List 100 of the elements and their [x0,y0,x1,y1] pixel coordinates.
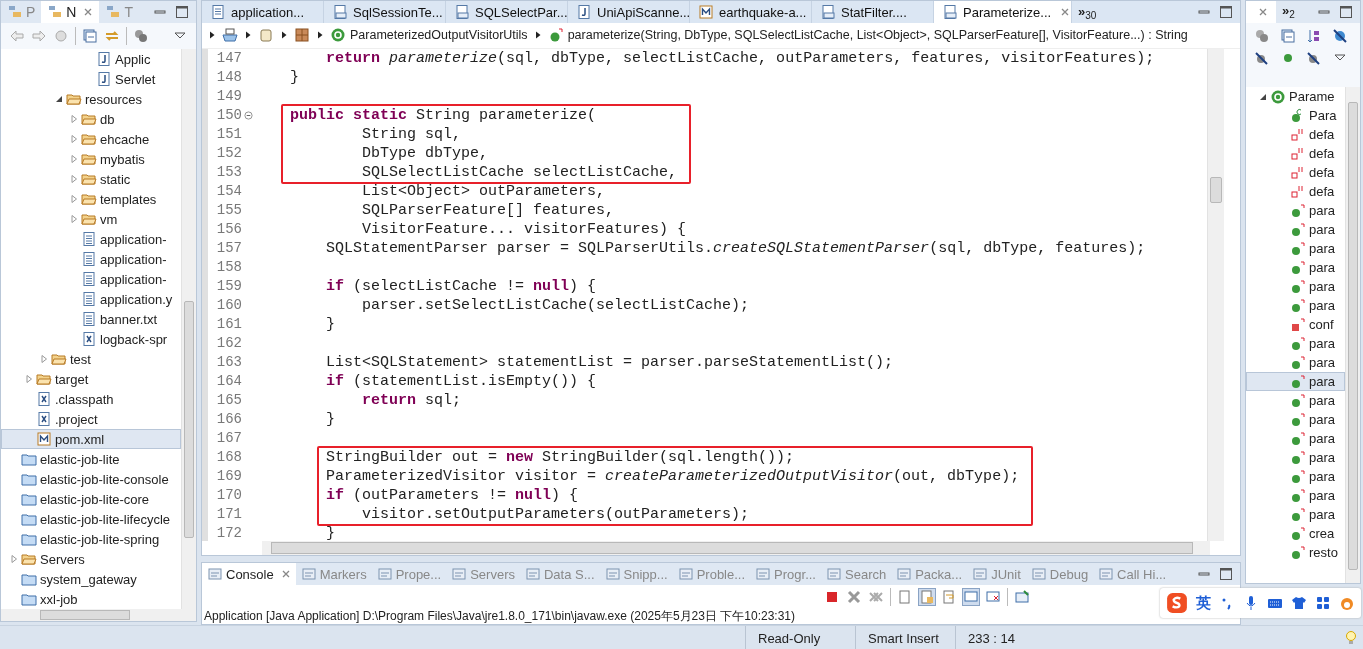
expand-icon[interactable] [69,135,78,143]
tree-item[interactable]: Servers [1,549,181,569]
close-icon[interactable] [1258,7,1268,17]
tree-item[interactable]: target [1,369,181,389]
tree-item[interactable]: ehcache [1,129,181,149]
outline-item[interactable]: para [1246,201,1345,220]
close-icon[interactable] [280,569,291,579]
tree-item[interactable]: elastic-job-lite-spring [1,529,181,549]
ime-mode[interactable]: 英 [1196,593,1211,613]
expand-icon[interactable] [69,175,78,183]
show-console-icon[interactable] [963,589,979,605]
editor-tab[interactable]: SqlSessionTe... [324,1,446,23]
breadcrumb-item[interactable]: parameterize(String, DbType, SQLSelectListCache, List<Object>, SQLParserFeature[], VisitorFeature...) : String [547,27,1188,44]
outline-item[interactable]: crea [1246,524,1345,543]
view-tab[interactable]: Console [202,563,296,585]
chevron-icon[interactable] [316,31,324,40]
expand-icon[interactable] [69,155,78,163]
scrollbar[interactable] [181,49,196,609]
outline-item[interactable]: conf [1246,315,1345,334]
outline-item[interactable]: defa [1246,163,1345,182]
back-icon[interactable] [9,28,25,44]
outline-item[interactable]: para [1246,296,1345,315]
ime-logo-icon[interactable] [1166,592,1188,614]
chevron-icon[interactable] [208,31,216,40]
forward-icon[interactable] [31,28,47,44]
tree-item[interactable]: pom.xml [1,429,181,449]
tree-item[interactable]: elastic-job-lite-core [1,489,181,509]
editor-tab[interactable]: StatFilter.... [812,1,934,23]
project-icon[interactable] [222,27,238,44]
grid-icon[interactable] [1315,595,1331,611]
show-error-icon[interactable] [985,589,1001,605]
expand-icon[interactable] [24,375,33,383]
tree-item[interactable]: Applic [1,49,181,69]
editor-tab[interactable]: UniApiScanne... [568,1,690,23]
sort-icon[interactable] [1306,28,1322,44]
expand-icon[interactable] [39,355,48,363]
scrollbar[interactable] [1,609,196,621]
close-icon[interactable] [1060,7,1071,17]
outline-item[interactable]: para [1246,486,1345,505]
skin-icon[interactable] [1291,595,1307,611]
tree-item[interactable]: static [1,169,181,189]
tree-item[interactable]: elastic-job-lite [1,449,181,469]
outline-item[interactable]: para [1246,353,1345,372]
tree-item[interactable]: application- [1,249,181,269]
outline-item[interactable]: Para [1246,106,1345,125]
editor-tab[interactable]: SQLSelectPar... [446,1,568,23]
editor-tab[interactable]: application... [202,1,324,23]
tree-item[interactable]: application.y [1,289,181,309]
remove-icon[interactable] [846,589,862,605]
outline-item[interactable]: para [1246,467,1345,486]
expand-icon[interactable] [69,215,78,223]
tree-item[interactable]: Servlet [1,69,181,89]
collapse-all-icon[interactable] [1280,28,1296,44]
outline-item[interactable]: para [1246,505,1345,524]
filter-icon[interactable] [133,28,149,44]
tree-item[interactable]: application- [1,229,181,249]
tree-item[interactable]: db [1,109,181,129]
expand-icon[interactable] [69,195,78,203]
tree-item[interactable]: resources [1,89,181,109]
tree-item[interactable]: test [1,349,181,369]
expand-icon[interactable] [69,115,78,123]
up-icon[interactable] [53,28,69,44]
filter-icon[interactable] [1254,28,1270,44]
maximize-icon[interactable] [1338,4,1354,20]
collapse-icon[interactable] [54,95,63,103]
tree-item[interactable]: banner.txt [1,309,181,329]
clear-icon[interactable] [897,589,913,605]
tree-item[interactable]: system_gateway [1,569,181,589]
tree-item[interactable]: logback-spr [1,329,181,349]
mascot-icon[interactable] [1339,595,1355,611]
tree-item[interactable]: application- [1,269,181,289]
editor-tab[interactable]: Parameterize... [934,1,1072,23]
scroll-lock-icon[interactable] [919,589,935,605]
pin-icon[interactable] [1014,589,1030,605]
expand-icon[interactable] [9,555,18,563]
outline-item[interactable]: para [1246,410,1345,429]
collapse-icon[interactable] [1258,92,1267,101]
chevron-icon[interactable] [533,31,542,40]
lightbulb-icon[interactable] [1343,630,1359,646]
outline-item[interactable]: para [1246,372,1345,391]
outline-item[interactable]: para [1246,448,1345,467]
tree-item[interactable]: elastic-job-lite-lifecycle [1,509,181,529]
hide-local-icon[interactable] [1306,50,1322,66]
tree-item[interactable]: .classpath [1,389,181,409]
outline-item[interactable]: para [1246,220,1345,239]
chevron-icon[interactable] [280,31,288,40]
maximize-icon[interactable] [174,4,190,20]
outline-item[interactable]: para [1246,258,1345,277]
tree-item[interactable]: .project [1,409,181,429]
outline-item[interactable]: para [1246,429,1345,448]
maximize-icon[interactable] [1218,4,1234,20]
outline-item[interactable]: resto [1246,543,1345,562]
package-icon[interactable] [294,27,310,44]
outline-item[interactable]: defa [1246,125,1345,144]
editor-tab[interactable]: earthquake-a... [690,1,812,23]
collapse-all-icon[interactable] [82,28,98,44]
tree-item[interactable]: elastic-job-lite-console [1,469,181,489]
scrollbar[interactable] [262,541,1210,555]
scrollbar[interactable] [1345,87,1360,583]
tree-item[interactable]: xxl-job [1,589,181,609]
